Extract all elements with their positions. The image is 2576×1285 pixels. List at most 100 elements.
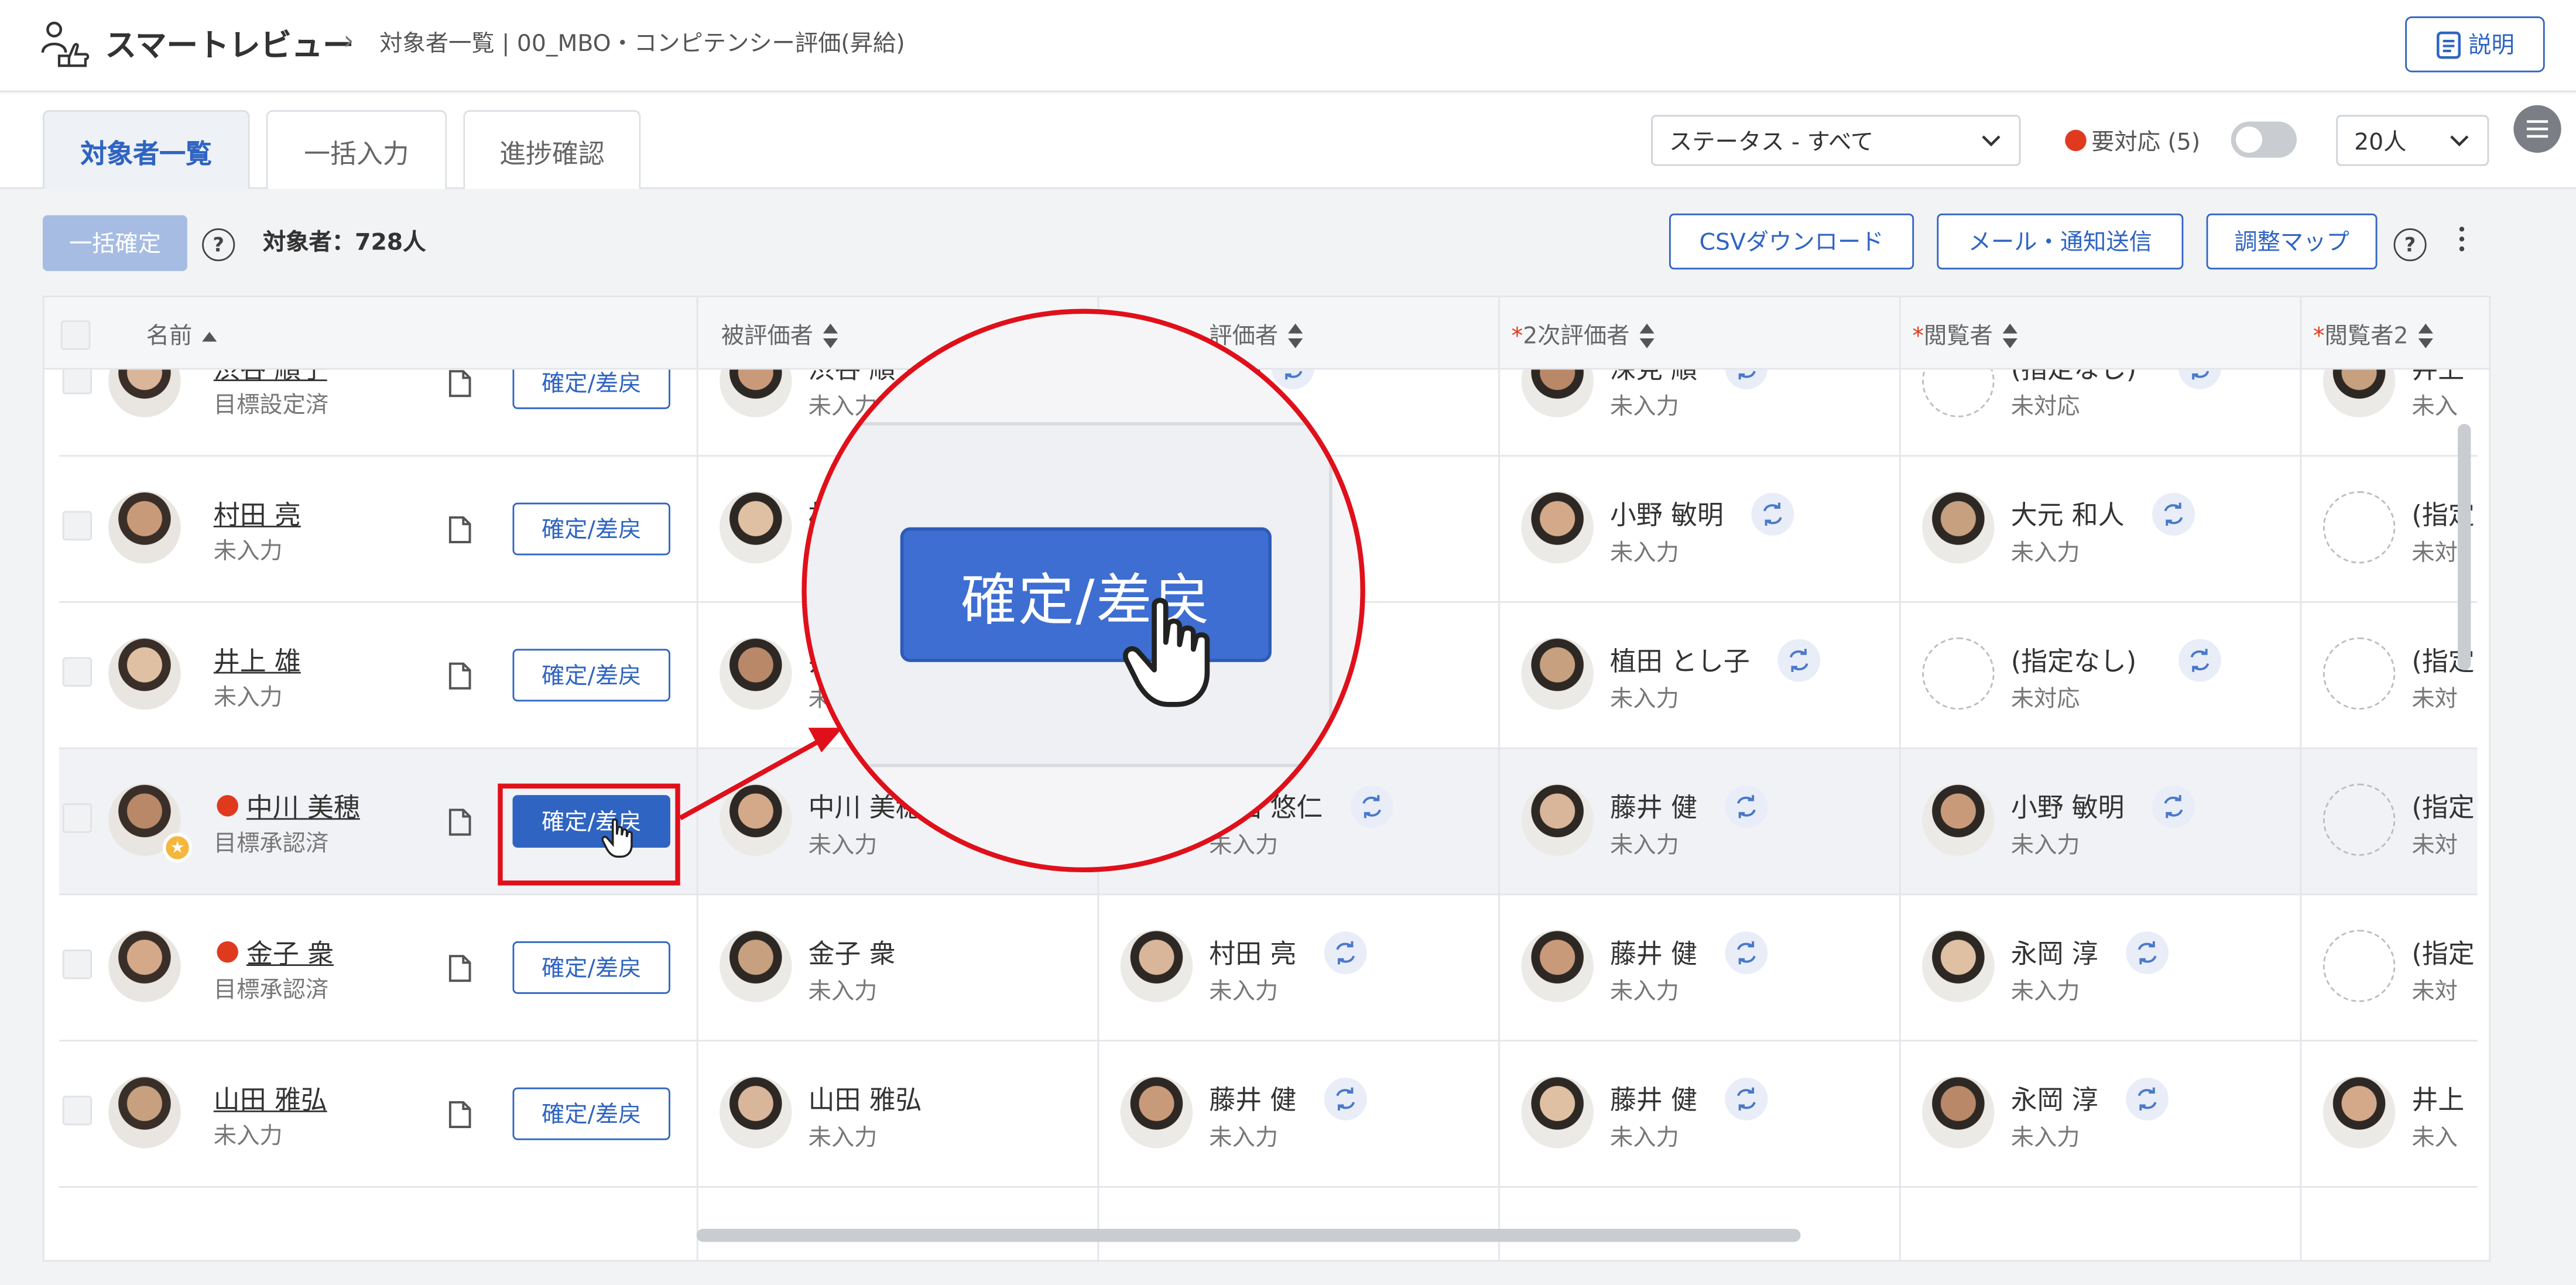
assignee-status: 未入力 [1609, 979, 1679, 1006]
breadcrumb[interactable]: 対象者一覧 | 00_MBO・コンピテンシー評価(昇給) [379, 26, 905, 59]
swap-assignee-button[interactable] [1725, 369, 1768, 390]
swap-assignee-button[interactable] [2178, 369, 2221, 390]
row-checkbox[interactable] [62, 657, 93, 687]
confirm-return-button[interactable]: 確定/差戻 [512, 369, 670, 409]
employee-name-link[interactable]: 村田 亮 [214, 493, 301, 532]
confirm-return-button[interactable]: 確定/差戻 [512, 1087, 670, 1140]
assignee-status: 未入力 [1209, 1125, 1279, 1152]
confirm-return-button[interactable]: 確定/差戻 [512, 941, 670, 994]
chevron-down-icon [1982, 135, 2000, 147]
avatar [1922, 930, 1995, 1002]
confirm-return-button[interactable]: 確定/差戻 [512, 502, 670, 556]
employee-name-link[interactable]: 山田 雅弘 [214, 1078, 327, 1117]
employee-name-link[interactable]: 渋谷 順子 [214, 369, 327, 386]
table-row[interactable]: 金子 衆目標承認済 確定/差戻 金子 衆未入力 村田 亮未入力 藤井 健未入力 永岡 淳未… [59, 895, 2478, 1042]
row-checkbox[interactable] [62, 1095, 93, 1126]
help-question-icon[interactable]: ? [2393, 228, 2427, 262]
assignee-name: 藤井 健 [1609, 938, 1697, 969]
swap-assignee-button[interactable] [1777, 639, 1821, 682]
assignee-name: 村田 亮 [1209, 938, 1297, 969]
assignee-status: 未入力 [1209, 979, 1279, 1006]
tab-progress[interactable]: 進捗確認 [463, 110, 641, 189]
assignee-status: 未対応 [2010, 394, 2080, 421]
swap-assignee-button[interactable] [1725, 785, 1768, 828]
column-viewer[interactable]: *閲覧者 [1912, 318, 2017, 351]
sort-icon [1287, 323, 1303, 348]
tab-target-list[interactable]: 対象者一覧 [42, 110, 250, 189]
assignee-status: 未入力 [2010, 540, 2080, 567]
swap-assignee-button[interactable] [2178, 639, 2221, 682]
row-checkbox[interactable] [62, 369, 93, 395]
side-menu-button[interactable] [2513, 105, 2561, 153]
document-icon[interactable] [448, 662, 471, 690]
assignee-name: 藤井 健 [1609, 1084, 1697, 1116]
empty-avatar [2322, 930, 2396, 1002]
document-icon[interactable] [448, 954, 471, 982]
avatar [720, 930, 792, 1002]
table-row[interactable]: 山田 雅弘 未入力 確定/差戻 山田 雅弘 未入力 藤井 健未入力 藤井 健未入力 永岡 淳未… [59, 1041, 2478, 1188]
page-size-select[interactable]: 20人 [2336, 115, 2489, 166]
document-icon[interactable] [448, 808, 471, 837]
swap-assignee-button[interactable] [1751, 492, 1794, 536]
assignee-status: 未入 [2411, 394, 2458, 421]
avatar [108, 491, 181, 564]
swap-assignee-button[interactable] [2126, 931, 2169, 975]
swap-assignee-button[interactable] [2126, 1077, 2169, 1120]
employee-name-link[interactable]: 金子 衆 [246, 931, 334, 971]
row-checkbox[interactable] [62, 949, 93, 979]
swap-assignee-button[interactable] [2152, 785, 2195, 828]
assignee-name: 井上 [2411, 369, 2464, 386]
swap-assignee-button[interactable] [1350, 785, 1393, 828]
document-icon[interactable] [448, 369, 471, 398]
swap-assignee-button[interactable] [2152, 492, 2195, 536]
document-icon[interactable] [448, 516, 471, 544]
employee-status: 未入力 [213, 539, 283, 566]
help-question-icon[interactable]: ? [202, 228, 235, 262]
avatar [1521, 1076, 1594, 1149]
sort-icon [1639, 323, 1654, 348]
column-viewer2[interactable]: *閲覧者2 [2313, 318, 2433, 351]
assignee-name: (指定 [2411, 791, 2475, 823]
column-evaluatee[interactable]: 被評価者 [721, 318, 838, 351]
column-name[interactable]: 名前 [146, 318, 217, 351]
swap-icon [1738, 371, 1756, 380]
mail-notify-button[interactable]: メール・通知送信 [1937, 213, 2184, 270]
select-all-checkbox[interactable] [60, 320, 91, 350]
column-evaluator2[interactable]: *2次評価者 [1512, 318, 1654, 351]
assignee-name: (指定なし) [2010, 645, 2137, 677]
swap-assignee-button[interactable] [1725, 931, 1768, 975]
tab-bulk-input[interactable]: 一括入力 [266, 110, 447, 189]
vertical-scrollbar[interactable] [2457, 423, 2471, 670]
adjust-map-button[interactable]: 調整マップ [2206, 213, 2378, 270]
avatar [720, 491, 792, 564]
avatar [720, 783, 792, 856]
employee-name-link[interactable]: 中川 美穂 [246, 785, 360, 824]
help-button[interactable]: 説明 [2405, 16, 2545, 73]
column-divider [696, 297, 698, 1260]
swap-icon [2164, 502, 2183, 526]
document-icon[interactable] [448, 1101, 471, 1129]
swap-icon [1336, 1087, 1355, 1111]
swap-assignee-button[interactable] [1324, 1077, 1367, 1120]
avatar [1521, 369, 1594, 417]
assignee-status: 未対 [2411, 686, 2458, 713]
needs-action-dot [217, 941, 238, 963]
horizontal-scrollbar[interactable] [696, 1228, 1801, 1242]
csv-download-button[interactable]: CSVダウンロード [1669, 213, 1914, 270]
avatar [108, 369, 181, 417]
more-options-icon[interactable] [2453, 227, 2469, 259]
assignee-status: 未入力 [2010, 1125, 2080, 1152]
assignee-status: 未入力 [1609, 1125, 1679, 1152]
highlight-box [498, 783, 680, 886]
employee-name-link[interactable]: 井上 雄 [214, 639, 301, 679]
needs-action-toggle[interactable] [2231, 121, 2297, 158]
row-checkbox[interactable] [62, 510, 93, 541]
status-filter-select[interactable]: ステータス - すべて [1651, 115, 2021, 166]
column-divider [2300, 297, 2302, 1260]
confirm-return-button[interactable]: 確定/差戻 [512, 649, 670, 702]
swap-assignee-button[interactable] [1725, 1077, 1768, 1120]
row-checkbox[interactable] [62, 803, 93, 833]
avatar [1922, 1076, 1995, 1149]
swap-assignee-button[interactable] [1324, 931, 1367, 975]
bulk-confirm-button[interactable]: 一括確定 [42, 215, 187, 272]
